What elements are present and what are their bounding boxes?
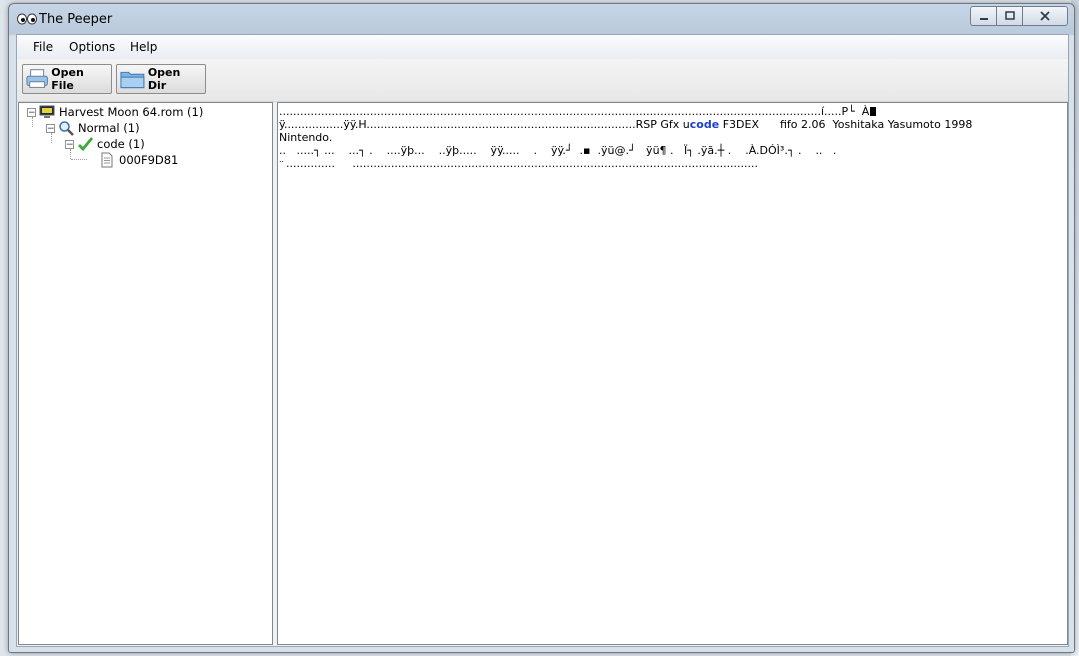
search-highlight: code [689, 118, 720, 131]
tree-node-entry[interactable]: 000F9D81 [98, 152, 178, 168]
toolbar: Open File Open Dir [17, 59, 1068, 102]
open-file-label: Open File [51, 66, 84, 92]
window-controls [970, 6, 1068, 26]
tree-label-code: code (1) [97, 137, 145, 151]
checkmark-icon [76, 136, 94, 152]
magnifier-icon [57, 120, 75, 136]
menu-file[interactable]: File [33, 40, 53, 54]
tree-node-code[interactable]: − code (1) [65, 136, 145, 152]
dump-text: ÿ.................ÿÿ.H..................… [279, 118, 690, 131]
tree-label-normal: Normal (1) [78, 121, 140, 135]
menu-options[interactable]: Options [69, 40, 115, 54]
dump-line: .............. .........................… [279, 157, 759, 170]
dump-line: ÿ.................ÿÿ.H..................… [279, 118, 972, 131]
monitor-icon [38, 104, 56, 120]
close-button[interactable] [1023, 6, 1068, 26]
menu-bar: File Options Help [17, 35, 1068, 59]
title-bar[interactable]: The Peeper [9, 4, 1074, 34]
tree-node-normal[interactable]: − Normal (1) [46, 120, 140, 136]
close-icon [1040, 11, 1050, 21]
file-tree[interactable]: − Harvest Moon 64.rom (1) − Normal (1) −… [18, 102, 273, 645]
collapse-toggle[interactable]: − [27, 107, 36, 117]
tree-label-rom: Harvest Moon 64.rom (1) [59, 105, 204, 119]
minimize-button[interactable] [970, 6, 997, 26]
dump-line: Nintendo. [279, 131, 333, 144]
client-area: File Options Help Open File Open Dir − H… [16, 34, 1069, 647]
dump-line: ........................................… [279, 105, 877, 118]
hex-text-view[interactable]: ........................................… [277, 102, 1068, 645]
open-file-button[interactable]: Open File [22, 64, 112, 94]
app-window: The Peeper File Options Help Open File O… [8, 3, 1075, 653]
tree-label-entry: 000F9D81 [119, 153, 179, 167]
dump-line: .. .....┐ ... ...┐ . ....ÿþ... ..ÿþ.....… [279, 144, 837, 157]
maximize-button[interactable] [997, 6, 1023, 26]
window-title: The Peeper [39, 12, 113, 27]
dump-text: ........................................… [279, 105, 870, 118]
tree-connector [71, 159, 87, 160]
open-dir-button[interactable]: Open Dir [116, 64, 206, 94]
dump-text: F3DEX fifo 2.06 Yoshitaka Yasumoto 1998 [719, 118, 973, 131]
open-dir-label: Open Dir [147, 66, 181, 92]
menu-help[interactable]: Help [130, 40, 157, 54]
document-icon [98, 152, 116, 168]
printer-icon [26, 69, 48, 88]
eyes-icon [17, 13, 37, 25]
folder-icon [120, 71, 145, 89]
collapse-toggle[interactable]: − [46, 123, 55, 133]
tree-node-rom[interactable]: − Harvest Moon 64.rom (1) [27, 104, 203, 120]
maximize-icon [1004, 11, 1015, 20]
collapse-toggle[interactable]: − [65, 139, 74, 149]
minimize-icon [979, 18, 988, 20]
marker-block [870, 107, 877, 116]
